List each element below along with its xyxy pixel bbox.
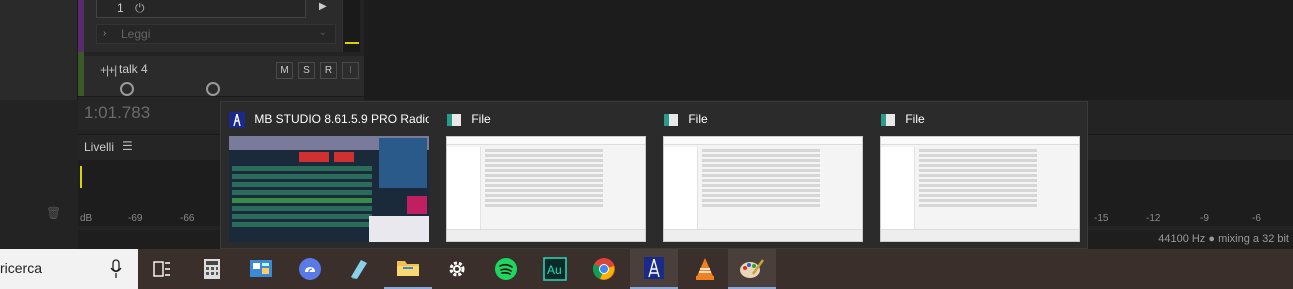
cloud-music-icon[interactable]: [286, 249, 334, 289]
track-name[interactable]: talk 4: [119, 62, 148, 76]
spotify-icon[interactable]: [482, 249, 530, 289]
control-panel-icon[interactable]: [237, 249, 285, 289]
mb-studio-icon[interactable]: [630, 249, 678, 289]
db-tick: -66: [180, 213, 195, 224]
preview-title: File: [663, 112, 863, 128]
file-explorer-icon[interactable]: [384, 249, 432, 289]
track-1: 1 ⏻ ▶ › Leggi ⌄: [84, 0, 342, 52]
search-text: ricerca: [0, 260, 43, 276]
mute-button[interactable]: M: [276, 62, 293, 79]
settings-icon[interactable]: [433, 249, 481, 289]
search-input[interactable]: ricerca: [0, 249, 138, 289]
preview-thumbnail: [880, 136, 1080, 242]
preview-window-file-2[interactable]: File: [655, 102, 865, 250]
chevron-down-icon: ⌄: [318, 27, 327, 38]
preview-thumbnail: [229, 136, 429, 242]
db-tick: -69: [128, 213, 143, 224]
track-insert-row[interactable]: 1 ⏻ ▶: [96, 0, 327, 18]
power-icon[interactable]: ⏻: [135, 1, 145, 16]
preview-window-mb-studio[interactable]: MB STUDIO 8.61.5.9 PRO Radio...: [221, 102, 431, 250]
audition-icon[interactable]: Au: [531, 249, 579, 289]
input-monitor-button[interactable]: I: [342, 62, 359, 79]
preview-window-file-3[interactable]: File: [872, 102, 1082, 250]
track-meter: [342, 0, 360, 52]
taskbar-preview-popup: MB STUDIO 8.61.5.9 PRO Radio... File Fil…: [220, 101, 1088, 249]
db-tick: -9: [1200, 213, 1209, 224]
preview-title: MB STUDIO 8.61.5.9 PRO Radio...: [229, 112, 429, 128]
preview-thumbnail: [446, 136, 646, 242]
calculator-icon[interactable]: [188, 249, 236, 289]
preview-window-file-1[interactable]: File: [438, 102, 648, 250]
timeline-area[interactable]: [364, 0, 1293, 100]
trash-icon[interactable]: 🗑: [46, 206, 61, 220]
file-explorer-icon: [664, 114, 678, 126]
db-tick: -6: [1252, 213, 1261, 224]
meter-level: [345, 42, 359, 44]
preview-title: File: [446, 112, 646, 128]
track-header-panel: [0, 0, 78, 100]
preview-title-text: File: [471, 112, 491, 127]
record-button[interactable]: R: [320, 62, 337, 79]
left-gutter: [0, 100, 78, 240]
paint-icon[interactable]: [728, 249, 776, 289]
play-icon[interactable]: ▶: [319, 1, 327, 12]
timecode-value: 1:01.783: [84, 103, 151, 122]
automation-mode-value: Leggi: [121, 27, 151, 41]
chrome-icon[interactable]: [580, 249, 628, 289]
track-2: +|+| talk 4 M S R I: [84, 56, 364, 96]
chevron-right-icon[interactable]: ›: [103, 28, 106, 39]
audio-format-status: 44100 Hz ● mixing a 32 bit: [1158, 233, 1289, 245]
preview-title-text: MB STUDIO 8.61.5.9 PRO Radio...: [254, 112, 429, 127]
preview-title-text: File: [688, 112, 708, 127]
solo-button[interactable]: S: [298, 62, 315, 79]
db-tick: -12: [1146, 213, 1161, 224]
preview-thumbnail: [663, 136, 863, 242]
levels-title: Livelli: [84, 140, 115, 154]
preview-title: File: [880, 112, 1080, 128]
task-view-icon[interactable]: [138, 249, 186, 289]
level-indicator: [80, 166, 82, 188]
file-explorer-icon: [447, 114, 461, 126]
file-explorer-icon: [881, 114, 895, 126]
vlc-icon[interactable]: [681, 249, 729, 289]
preview-title-text: File: [905, 112, 925, 127]
insert-number: 1: [117, 1, 124, 15]
hamburger-icon[interactable]: ☰: [122, 139, 133, 153]
taskbar: ricerca Au: [0, 249, 1293, 289]
automation-mode-select[interactable]: › Leggi ⌄: [96, 24, 336, 44]
mb-studio-icon: [229, 112, 245, 128]
waveform-icon: +|+|: [100, 63, 117, 77]
db-label: dB: [80, 213, 93, 224]
microphone-icon[interactable]: [110, 259, 122, 279]
db-tick: -15: [1094, 213, 1109, 224]
volume-knob[interactable]: [120, 82, 134, 96]
svg-text:Au: Au: [547, 263, 562, 277]
pan-knob[interactable]: [206, 82, 220, 96]
notepad-icon[interactable]: [335, 249, 383, 289]
